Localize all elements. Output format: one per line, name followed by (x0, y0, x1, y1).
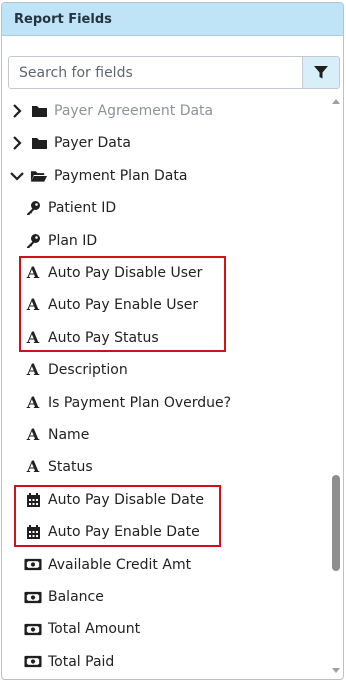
text-field-icon: A (26, 327, 40, 347)
tree-item-label: Auto Pay Disable Date (48, 491, 204, 508)
scrollbar[interactable] (330, 99, 342, 679)
tree-field-row[interactable]: Total Paid (24, 647, 114, 677)
tree-item-label: Auto Pay Enable User (48, 297, 199, 314)
tree-item-label: Auto Pay Disable User (48, 265, 203, 281)
tree-item-label: Total Paid (48, 653, 115, 670)
text-field-icon: A (26, 295, 40, 315)
chevron-right-icon[interactable] (10, 136, 24, 151)
tree-field-row[interactable]: A Description (24, 355, 128, 385)
tree-field-row[interactable]: A Name (24, 420, 90, 450)
money-icon (24, 589, 42, 605)
tree-item-label: Payer Agreement Data (54, 103, 214, 119)
search-row (8, 56, 340, 89)
scroll-down-arrow[interactable] (332, 668, 340, 673)
tree-field-row[interactable]: Available Credit Amt (24, 550, 191, 580)
text-field-icon: A (26, 392, 40, 412)
tree-field-row[interactable]: Auto Pay Enable Date (24, 517, 200, 547)
filter-button[interactable] (303, 56, 340, 89)
tree-item-label: Total Amount (48, 621, 141, 638)
tree-folder-row[interactable]: Payment Plan Data (10, 161, 187, 191)
tree-field-row[interactable]: Balance (24, 582, 104, 612)
panel-title: Report Fields (2, 3, 343, 36)
tree-field-row[interactable]: A Is Payment Plan Overdue? (24, 388, 231, 418)
text-field-icon: A (26, 263, 40, 282)
text-field-icon: A (26, 457, 40, 477)
folder-open-icon (30, 168, 48, 184)
key-icon (24, 233, 42, 249)
tree-field-row[interactable]: Total Amount (24, 614, 140, 644)
money-icon (24, 557, 42, 573)
tree-item-label: Status (48, 459, 93, 476)
scroll-up-arrow[interactable] (332, 99, 340, 104)
calendar-icon (24, 492, 42, 508)
tree-folder-row[interactable]: Payer Agreement Data (10, 96, 213, 126)
tree-field-row[interactable]: A Status (24, 452, 93, 482)
chevron-right-icon[interactable] (10, 104, 24, 118)
chevron-down-icon[interactable] (10, 169, 24, 183)
calendar-icon (24, 524, 42, 540)
folder-icon (30, 135, 48, 151)
scroll-thumb[interactable] (332, 475, 340, 571)
money-icon (24, 621, 42, 637)
tree-item-label: Payer Data (54, 135, 131, 152)
tree-item-label: Auto Pay Status (48, 329, 159, 346)
filter-icon (314, 66, 328, 79)
tree-item-label: Plan ID (48, 232, 98, 249)
tree-field-row[interactable]: A Auto Pay Enable User (24, 290, 198, 320)
money-icon (24, 654, 42, 670)
tree-field-row[interactable]: Plan ID (24, 226, 97, 256)
key-icon (24, 200, 42, 216)
tree-item-label: Payment Plan Data (54, 167, 188, 184)
tree-item-label: Available Credit Amt (48, 556, 192, 573)
search-input[interactable] (8, 56, 303, 89)
tree-item-label: Balance (48, 589, 104, 605)
tree-item-label: Description (48, 362, 128, 379)
text-field-icon: A (26, 425, 40, 444)
tree-item-label: Is Payment Plan Overdue? (48, 394, 232, 411)
tree-field-row[interactable]: Auto Pay Disable Date (24, 485, 204, 515)
tree-field-row[interactable]: A Auto Pay Disable User (24, 258, 203, 288)
folder-icon (30, 103, 48, 119)
report-fields-panel: Report Fields Payer Agreement Data Payer … (1, 2, 344, 680)
tree-folder-row[interactable]: Payer Data (10, 128, 131, 158)
tree-item-label: Patient ID (48, 200, 117, 217)
tree-field-row[interactable]: A Auto Pay Status (24, 323, 159, 353)
tree-item-label: Name (48, 427, 90, 443)
text-field-icon: A (26, 360, 40, 380)
tree-item-label: Auto Pay Enable Date (48, 524, 200, 541)
tree-field-row[interactable]: Patient ID (24, 193, 116, 223)
